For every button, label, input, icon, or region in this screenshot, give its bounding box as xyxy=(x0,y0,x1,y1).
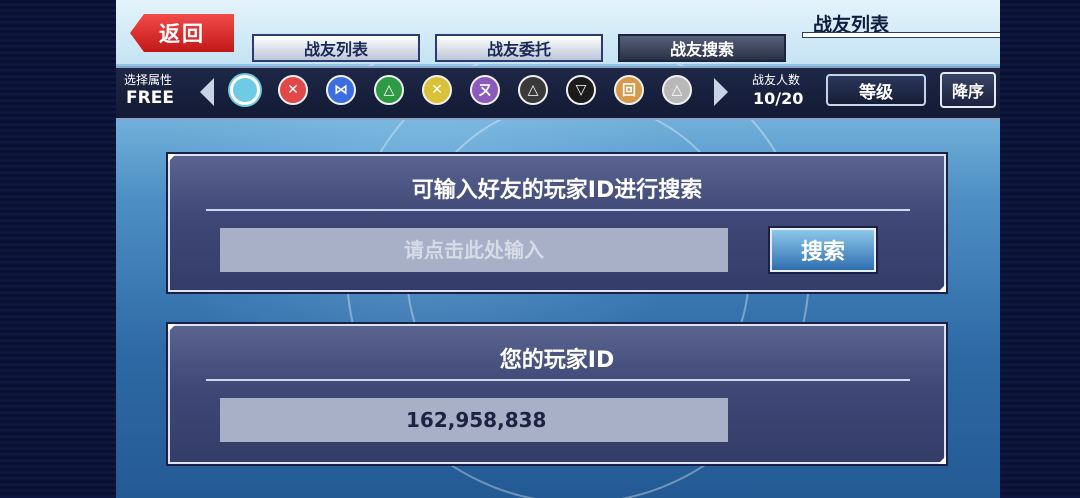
back-button[interactable]: 返回 xyxy=(130,14,234,52)
attr-shadow-icon[interactable]: ▽ xyxy=(566,75,596,105)
attr-light-icon[interactable]: ✕ xyxy=(422,75,452,105)
filter-bar: 选择属性 FREE ✕ ⋈ △ ✕ ㄡ △ ▽ 回 △ 战友人数 10/20 等级 降序 xyxy=(116,66,1000,120)
game-screen: 返回 战友列表 战友委托 战友搜索 战友列表 选择属性 FREE ✕ ⋈ △ ✕ ㄡ △ ▽… xyxy=(116,0,1000,498)
tab-friend-list[interactable]: 战友列表 xyxy=(252,34,420,62)
player-id-panel-title: 您的玩家ID xyxy=(499,348,615,373)
tab-friend-search[interactable]: 战友搜索 xyxy=(618,34,786,62)
panel-corner xyxy=(168,324,176,332)
friend-count-label: 战友人数 xyxy=(752,73,801,87)
prev-attribute-arrow-icon[interactable] xyxy=(200,78,214,106)
panel-corner xyxy=(168,154,176,162)
next-attribute-arrow-icon[interactable] xyxy=(714,78,728,106)
attr-fire-icon[interactable]: ✕ xyxy=(278,75,308,105)
player-id-panel: 您的玩家ID 162,958,838 xyxy=(168,324,946,464)
attr-water-icon[interactable]: ⋈ xyxy=(326,75,356,105)
title-underline xyxy=(802,32,1000,38)
right-frame xyxy=(1000,0,1080,498)
attr-wind-icon[interactable]: △ xyxy=(662,75,692,105)
tab-friend-request[interactable]: 战友委托 xyxy=(435,34,603,62)
panel-corner xyxy=(938,456,946,464)
attr-earth-icon[interactable]: 回 xyxy=(614,75,644,105)
attribute-filter-label: 选择属性 xyxy=(124,73,173,87)
attr-void-icon[interactable]: △ xyxy=(518,75,548,105)
player-id-value: 162,958,838 xyxy=(220,398,728,442)
attr-wood-icon[interactable]: △ xyxy=(374,75,404,105)
panel-corner xyxy=(938,284,946,292)
sort-level-button[interactable]: 等级 xyxy=(826,74,926,106)
attr-dark-icon[interactable]: ㄡ xyxy=(470,75,500,105)
search-button[interactable]: 搜索 xyxy=(770,228,876,272)
search-panel-title: 可输入好友的玩家ID进行搜索 xyxy=(411,178,703,203)
sort-order-button[interactable]: 降序 xyxy=(940,72,996,108)
left-frame xyxy=(0,0,116,498)
attribute-filter-value: FREE xyxy=(126,88,174,108)
search-panel-divider xyxy=(206,209,910,211)
attr-free-icon[interactable] xyxy=(230,75,260,105)
player-id-search-input[interactable] xyxy=(220,228,728,272)
player-id-panel-divider xyxy=(206,379,910,381)
search-panel: 可输入好友的玩家ID进行搜索 搜索 xyxy=(168,154,946,292)
friend-count-value: 10/20 xyxy=(753,89,804,108)
